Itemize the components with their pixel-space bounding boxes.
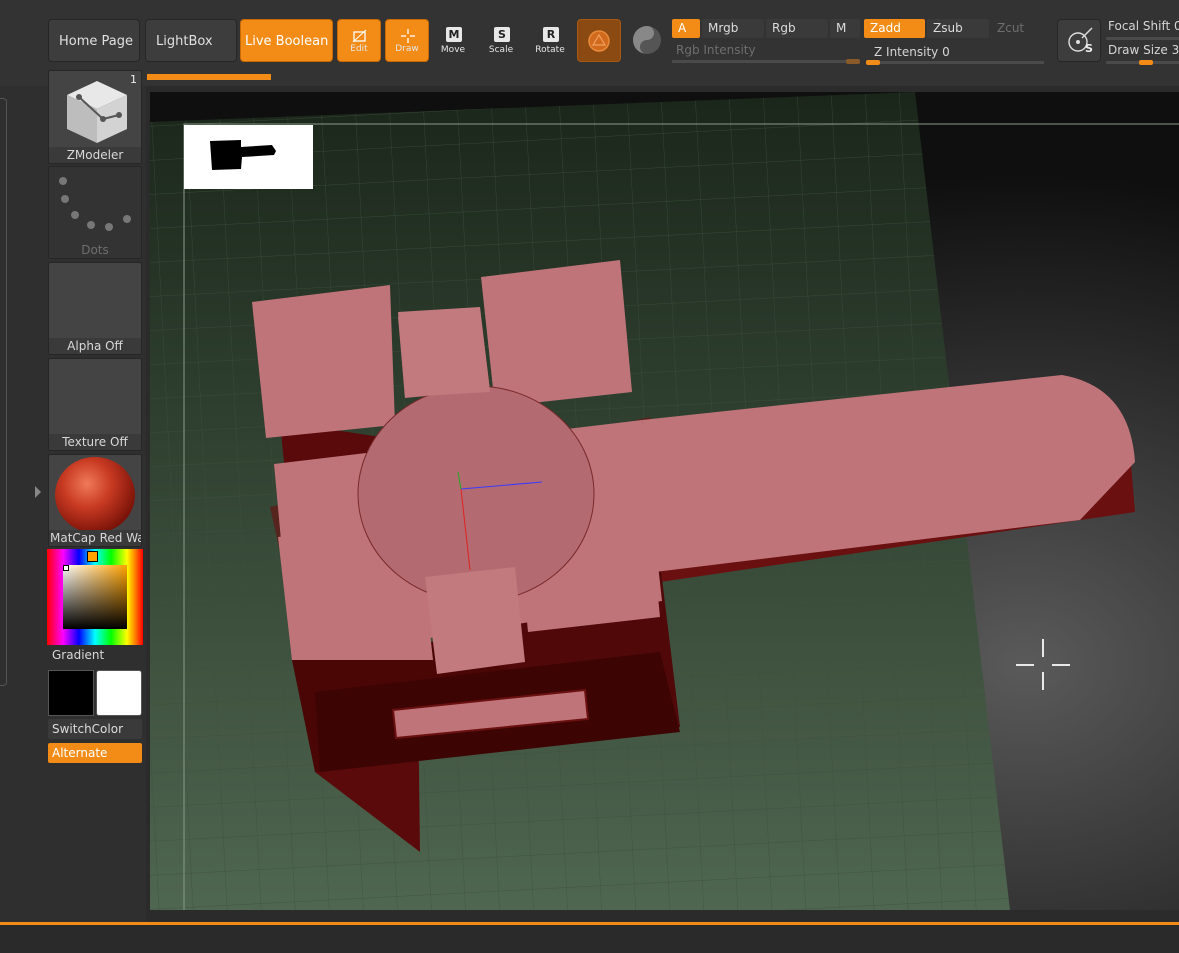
brush-selector[interactable]: 1 ZModeler: [48, 70, 142, 164]
z-intensity-label: Z Intensity 0: [874, 45, 950, 59]
brush-label: ZModeler: [49, 147, 141, 163]
zsub-toggle[interactable]: Zsub: [927, 19, 989, 38]
rotate-button[interactable]: R Rotate: [528, 19, 572, 62]
yin-yang-icon: [633, 26, 661, 54]
switch-color-button[interactable]: SwitchColor: [48, 719, 142, 739]
rotate-label: Rotate: [535, 45, 565, 55]
saturation-square[interactable]: [63, 565, 127, 629]
stroke-selector[interactable]: Dots: [48, 166, 142, 259]
primary-color-swatch[interactable]: [48, 670, 94, 716]
target-brush-icon: [1068, 27, 1093, 52]
edit-button[interactable]: Edit: [337, 19, 381, 62]
navigator-thumbnail[interactable]: [184, 125, 313, 189]
color-marker[interactable]: [63, 565, 69, 571]
focal-shift-slider[interactable]: [1106, 37, 1179, 40]
scene: [150, 92, 1179, 910]
zmodeler-cube-icon: [67, 81, 127, 143]
rgb-intensity-label: Rgb Intensity: [676, 43, 756, 57]
alpha-selector[interactable]: Alpha Off: [48, 262, 142, 355]
draw-label: Draw: [395, 44, 419, 54]
lightbox-brush-key: S: [1085, 42, 1093, 55]
a-channel-toggle[interactable]: A: [672, 19, 700, 38]
edit-label: Edit: [350, 44, 368, 54]
tray-arrow-icon[interactable]: [35, 484, 41, 500]
navigator-silhouette: [210, 140, 276, 170]
texture-label: Texture Off: [49, 434, 141, 450]
move-button[interactable]: M Move: [431, 19, 475, 62]
rgb-intensity-slider[interactable]: [672, 60, 860, 63]
mrgb-toggle[interactable]: Mrgb: [702, 19, 764, 38]
edit-icon: [352, 29, 367, 43]
gizmo-toggle-button[interactable]: [630, 23, 664, 57]
matcap-red-wax-icon: [55, 457, 135, 533]
material-selector[interactable]: MatCap Red Wax: [48, 454, 142, 547]
lightbox-brush-button[interactable]: S: [1057, 19, 1101, 62]
progress-bar: [147, 74, 271, 80]
alternate-button[interactable]: Alternate: [48, 743, 142, 763]
draw-icon: [401, 29, 415, 43]
sculptris-icon: [588, 30, 610, 52]
move-icon: M: [446, 27, 462, 42]
material-label: MatCap Red Wax: [49, 530, 142, 546]
scale-icon: S: [494, 27, 510, 42]
alpha-label: Alpha Off: [49, 338, 141, 354]
draw-size-label: Draw Size 39: [1108, 43, 1179, 57]
move-label: Move: [440, 45, 466, 55]
m-toggle[interactable]: M: [830, 19, 860, 38]
dots-stroke-icon: [59, 177, 131, 231]
gradient-label: Gradient: [52, 648, 105, 662]
stroke-label: Dots: [49, 242, 141, 258]
focal-shift-label: Focal Shift 0: [1108, 19, 1179, 33]
texture-selector[interactable]: Texture Off: [48, 358, 142, 451]
scale-button[interactable]: S Scale: [479, 19, 523, 62]
zcut-toggle[interactable]: Zcut: [991, 19, 1041, 38]
z-intensity-knob[interactable]: [866, 60, 880, 65]
canvas-viewport[interactable]: [150, 92, 1179, 910]
home-page-button[interactable]: Home Page: [48, 19, 140, 62]
rgb-intensity-knob[interactable]: [846, 59, 860, 64]
left-tray-edge: [0, 98, 7, 686]
draw-button[interactable]: Draw: [385, 19, 429, 62]
sculptris-pro-button[interactable]: [577, 19, 621, 62]
hue-marker[interactable]: [87, 551, 98, 562]
live-boolean-button[interactable]: Live Boolean: [240, 19, 333, 62]
rotate-icon: R: [543, 27, 559, 42]
z-intensity-slider[interactable]: [866, 61, 1044, 64]
scale-label: Scale: [488, 45, 514, 55]
bottom-shelf: [0, 925, 1179, 953]
draw-size-knob[interactable]: [1139, 60, 1153, 65]
brush-count: 1: [130, 73, 137, 86]
lightbox-button[interactable]: LightBox: [145, 19, 237, 62]
color-picker[interactable]: [47, 549, 143, 645]
rgb-toggle[interactable]: Rgb: [766, 19, 828, 38]
secondary-color-swatch[interactable]: [96, 670, 142, 716]
zadd-toggle[interactable]: Zadd: [864, 19, 925, 38]
